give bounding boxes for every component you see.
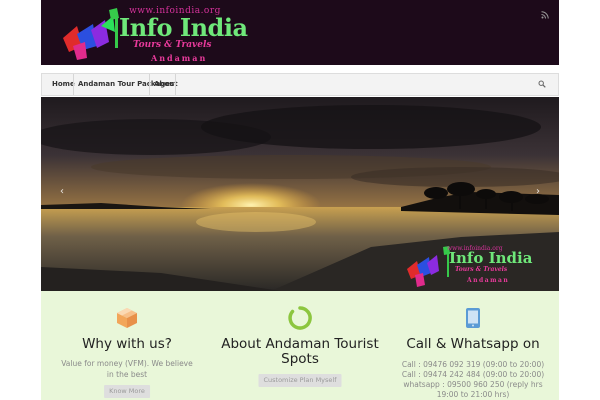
customize-plan-button[interactable]: Customize Plan Myself	[258, 374, 342, 387]
chevron-left-icon: ‹	[60, 186, 64, 197]
watermark-kites-graphic	[407, 246, 450, 287]
page-margin-left	[0, 0, 41, 400]
slide-watermark-logo: www.infoindia.org Info India Tours & Tra…	[403, 245, 553, 291]
feature-title: Why with us?	[82, 336, 172, 352]
watermark-brand: Info India	[449, 249, 533, 267]
page-margin-right	[559, 0, 600, 400]
logo-tagline: Tours & Travels	[133, 40, 212, 50]
logo-destination: Andaman	[151, 53, 208, 63]
feature-title: About Andaman Tourist Spots	[221, 336, 379, 367]
site-logo[interactable]: www.infoindia.org Info India Tours & Tra…	[55, 6, 255, 63]
spinner-icon	[288, 306, 312, 330]
search-icon[interactable]	[538, 80, 546, 88]
tablet-icon	[466, 308, 480, 328]
feature-call-whatsapp: Call & Whatsapp on Call : 09476 092 319 …	[387, 291, 559, 400]
main-nav: Home Andaman Tour Packages About	[41, 73, 559, 96]
feature-about-andaman: About Andaman Tourist Spots Customize Pl…	[214, 291, 386, 400]
site-header: www.infoindia.org Info India Tours & Tra…	[41, 0, 559, 65]
watermark-tagline: Tours & Travels	[455, 266, 508, 273]
feature-why-with-us: Why with us? Value for money (VFM). We b…	[41, 291, 213, 400]
logo-brand: Info India	[119, 13, 248, 42]
slider-next-button[interactable]: ›	[531, 185, 545, 199]
chevron-right-icon: ›	[536, 186, 540, 197]
feature-text: Value for money (VFM). We believe in the…	[61, 359, 193, 379]
nav-divider	[73, 74, 74, 95]
hero-slider[interactable]: ‹ › www.infoindia.org Info India Tours &…	[41, 97, 559, 291]
slider-prev-button[interactable]: ‹	[55, 185, 69, 199]
contact-line: 19:00 to 21:00 hrs)	[436, 390, 510, 399]
features-section: Why with us? Value for money (VFM). We b…	[41, 291, 559, 400]
nav-divider	[149, 74, 150, 95]
nav-item-home[interactable]: Home	[52, 74, 75, 95]
rss-icon[interactable]	[541, 11, 549, 19]
feature-title: Call & Whatsapp on	[406, 336, 540, 352]
know-more-button[interactable]: Know More	[104, 385, 150, 398]
cube-icon	[117, 308, 137, 328]
nav-divider	[175, 74, 176, 95]
watermark-destination: Andaman	[467, 277, 510, 284]
